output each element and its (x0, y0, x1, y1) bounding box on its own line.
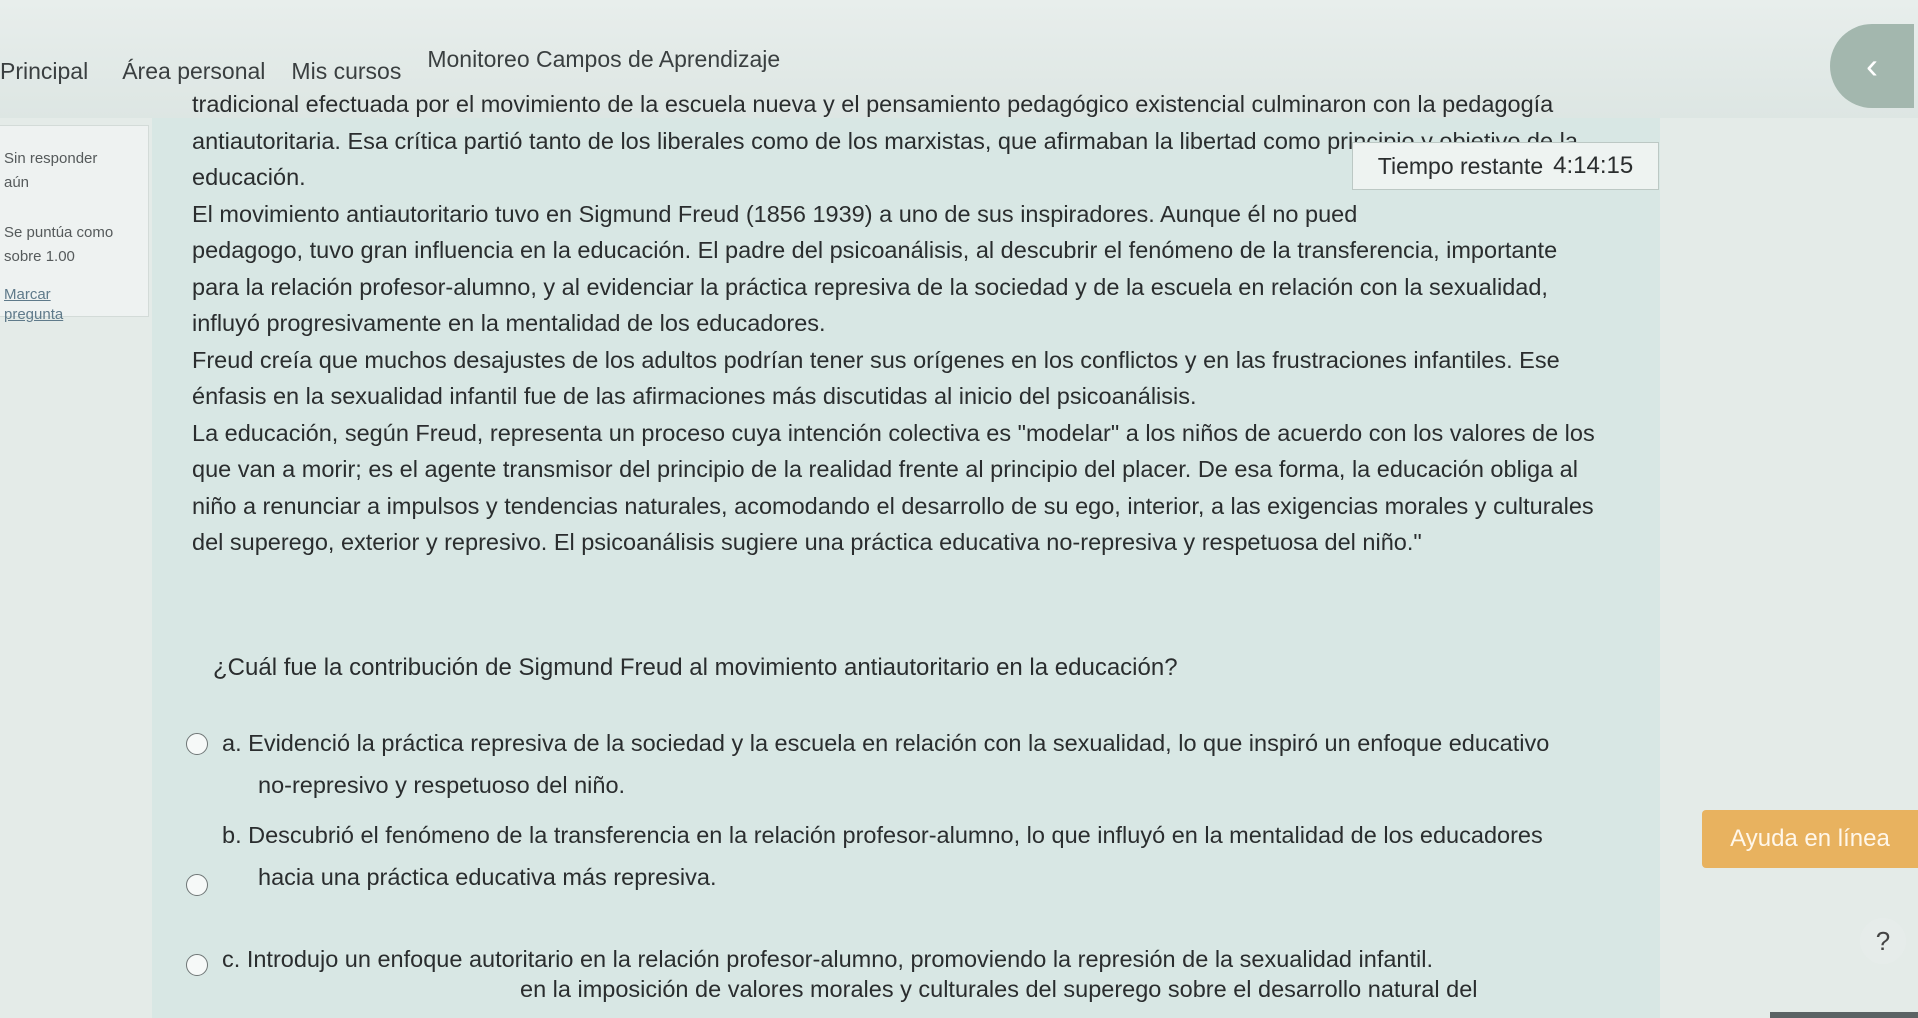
radio-b[interactable] (186, 874, 208, 896)
radio-a[interactable] (186, 733, 208, 755)
passage-line: El movimiento antiautoritario tuvo en Si… (192, 200, 1358, 227)
timer-value: 4:14:15 (1553, 152, 1634, 179)
help-question-icon[interactable]: ? (1860, 918, 1906, 964)
score-value: sobre 1.00 (4, 248, 75, 265)
option-c[interactable]: c. Introdujo un enfoque autoritario en l… (186, 912, 1433, 976)
option-letter: a. (222, 730, 242, 756)
timer-label: Tiempo restante (1377, 152, 1544, 179)
option-d-partial[interactable]: en la imposición de valores morales y cu… (520, 976, 1478, 1003)
option-text-cont: hacia una práctica educativa más represi… (258, 864, 717, 890)
option-letter: c. (222, 946, 241, 972)
option-a[interactable]: a. Evidenció la práctica represiva de la… (186, 722, 1549, 806)
passage-line: para la relación profesor-alumno, y al e… (192, 273, 1548, 300)
passage-line: pedagogo, tuvo gran influencia en la edu… (192, 237, 1558, 263)
nav-monitoreo[interactable]: Monitoreo Campos de Aprendizaje (427, 46, 780, 73)
flag-question-link-2[interactable]: pregunta (4, 306, 63, 323)
chevron-left-icon: ‹ (1866, 45, 1878, 86)
question-status-2: aún (4, 174, 30, 191)
time-remaining: Tiempo restante 4:14:15 (1352, 142, 1659, 190)
option-text: Introdujo un enfoque autoritario en la r… (246, 946, 1433, 972)
passage-line: La educación, según Freud, representa un… (192, 419, 1595, 446)
passage-line: del superego, exterior y represivo. El p… (192, 529, 1422, 555)
radio-c[interactable] (186, 954, 208, 976)
nav-principal[interactable]: Principal (0, 58, 88, 85)
passage-line: tradicional efectuada por el movimiento … (192, 91, 1554, 117)
nav-area-personal[interactable]: Área personal (122, 58, 265, 85)
question-text: ¿Cuál fue la contribución de Sigmund Fre… (213, 654, 1178, 681)
passage-line: énfasis en la sexualidad infantil fue de… (192, 383, 1197, 409)
footer-strip (1770, 1012, 1918, 1018)
question-info-box: Sin responder aún Se puntúa como sobre 1… (0, 125, 149, 323)
passage-line: Freud creía que muchos desajustes de los… (192, 346, 1560, 373)
passage-line: niño a renunciar a impulsos y tendencias… (192, 492, 1594, 519)
option-letter: b. (222, 822, 242, 848)
question-status: Sin responder (4, 150, 98, 167)
score-label: Se puntúa como (4, 224, 114, 241)
main-nav: Principal Área personal Mis cursos Monit… (0, 46, 780, 85)
back-button[interactable]: ‹ (1830, 24, 1914, 108)
option-text-cont: no-represivo y respetuoso del niño. (258, 772, 626, 798)
option-b[interactable]: b. Descubrió el fenómeno de la transfere… (186, 814, 1543, 898)
option-text: Descubrió el fenómeno de la transferenci… (248, 822, 1543, 848)
online-help-button[interactable]: Ayuda en línea (1702, 810, 1918, 868)
passage-line: influyó progresivamente en la mentalidad… (192, 310, 826, 336)
nav-mis-cursos[interactable]: Mis cursos (291, 58, 401, 85)
passage-line: que van a morir; es el agente transmisor… (192, 456, 1578, 482)
flag-question-link[interactable]: Marcar (4, 286, 51, 303)
option-text: Evidenció la práctica represiva de la so… (248, 730, 1550, 756)
